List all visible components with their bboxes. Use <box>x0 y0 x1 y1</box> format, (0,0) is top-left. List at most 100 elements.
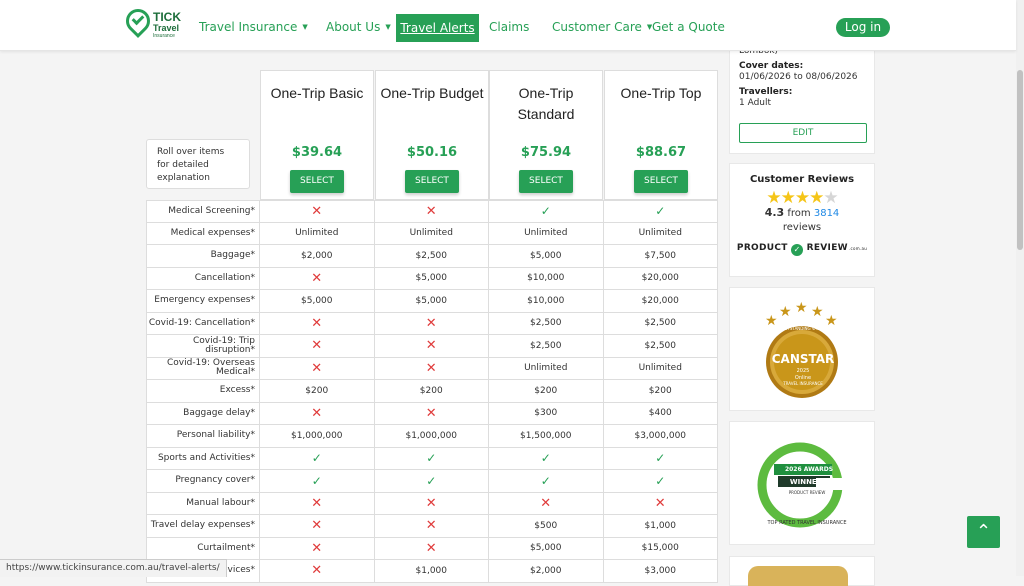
review-count-link[interactable]: 3814 <box>814 208 839 219</box>
benefit-value: $5,000 <box>375 267 489 289</box>
plan-name: One-Trip Basic <box>270 85 364 101</box>
benefit-value: $5,000 <box>489 537 604 559</box>
partial-badge-card <box>729 556 875 586</box>
select-plan-button[interactable]: SELECT <box>405 170 459 193</box>
benefit-label[interactable]: Travel delay expenses* <box>146 515 260 537</box>
benefit-value: $200 <box>375 380 489 402</box>
benefit-label[interactable]: Medical expenses* <box>146 222 260 244</box>
canstar-sub2: TRAVEL INSURANCE <box>783 381 823 386</box>
travellers-value: 1 Adult <box>739 98 772 108</box>
benefit-label[interactable]: Personal liability* <box>146 425 260 447</box>
benefit-value: $20,000 <box>604 267 718 289</box>
cross-icon: ✕ <box>604 492 718 514</box>
check-icon: ✓ <box>604 447 718 469</box>
cross-icon: ✕ <box>260 357 375 379</box>
nav-claims[interactable]: Claims <box>489 20 529 34</box>
logo-line1: TICK <box>153 10 181 24</box>
benefit-value: Unlimited <box>375 222 489 244</box>
login-button[interactable]: Log in <box>836 18 890 37</box>
logo-line3: Insurance <box>153 33 175 39</box>
check-icon: ✓ <box>604 470 718 492</box>
benefit-value: $2,500 <box>375 245 489 267</box>
benefit-value: Unlimited <box>489 222 604 244</box>
benefit-label[interactable]: Cancellation* <box>146 267 260 289</box>
benefit-value: $10,000 <box>489 267 604 289</box>
benefit-value: $1,000,000 <box>260 425 375 447</box>
benefit-value: $2,500 <box>489 335 604 357</box>
benefit-value: $2,500 <box>604 335 718 357</box>
benefit-value: $200 <box>604 380 718 402</box>
page-scrollbar[interactable] <box>1016 0 1024 576</box>
edit-button[interactable]: EDIT <box>739 123 867 143</box>
productreview-logo[interactable]: PRODUCT ✓ REVIEW.com.au <box>730 243 874 256</box>
table-row: Cancellation* ✕ $5,000 $10,000 $20,000 <box>146 267 718 290</box>
benefit-value: $200 <box>489 380 604 402</box>
benefit-value: Unlimited <box>260 222 375 244</box>
chevron-down-icon: ▼ <box>385 23 391 31</box>
award-ring-text: TOP RATED TRAVEL INSURANCE <box>767 520 847 526</box>
benefit-label[interactable]: Emergency expenses* <box>146 290 260 312</box>
check-icon: ✓ <box>489 447 604 469</box>
cross-icon: ✕ <box>260 492 375 514</box>
benefit-label[interactable]: Baggage* <box>146 245 260 267</box>
logo-line2: Travel <box>153 23 180 33</box>
svg-text:★: ★ <box>811 304 824 320</box>
reviews-title: Customer Reviews <box>749 174 855 185</box>
cross-icon: ✕ <box>375 537 489 559</box>
check-icon: ✓ <box>375 447 489 469</box>
benefit-label[interactable]: Covid-19: Overseas Medical* <box>146 357 260 379</box>
benefit-label[interactable]: Curtailment* <box>146 537 260 559</box>
benefit-label[interactable]: Covid-19: Trip disruption* <box>146 335 260 357</box>
benefit-label[interactable]: Sports and Activities* <box>146 447 260 469</box>
benefit-label[interactable]: Pregnancy cover* <box>146 470 260 492</box>
gold-badge-icon <box>748 566 848 586</box>
reviews-link[interactable]: reviews <box>730 222 874 233</box>
benefit-value: $7,500 <box>604 245 718 267</box>
table-row: Travel delay expenses* ✕ ✕ $500 $1,000 <box>146 515 718 538</box>
cross-icon: ✕ <box>375 357 489 379</box>
table-row: Baggage delay* ✕ ✕ $300 $400 <box>146 402 718 425</box>
benefit-value: $1,000 <box>375 560 489 582</box>
benefit-value: $1,000,000 <box>375 425 489 447</box>
back-to-top-button[interactable]: ⌃ <box>967 516 1000 548</box>
benefit-value: $300 <box>489 402 604 424</box>
benefit-value: $5,000 <box>375 290 489 312</box>
nav-travel-insurance[interactable]: Travel Insurance ▼ <box>199 20 308 34</box>
status-bar-url: https://www.tickinsurance.com.au/travel-… <box>0 559 227 577</box>
benefit-label[interactable]: Baggage delay* <box>146 402 260 424</box>
nav-travel-alerts[interactable]: Travel Alerts <box>396 14 479 42</box>
canstar-award-card: ★ ★ ★ ★ ★ OUTSTANDING VALUE CANSTAR 2025… <box>729 287 875 411</box>
select-plan-button[interactable]: SELECT <box>634 170 688 193</box>
cross-icon: ✕ <box>260 515 375 537</box>
scrollbar-thumb[interactable] <box>1017 70 1023 250</box>
cross-icon: ✕ <box>260 537 375 559</box>
benefit-label[interactable]: Manual labour* <box>146 492 260 514</box>
select-plan-button[interactable]: SELECT <box>519 170 573 193</box>
benefit-value: $400 <box>604 402 718 424</box>
benefit-label[interactable]: Covid-19: Cancellation* <box>146 312 260 334</box>
award-pr-text: PRODUCT REVIEW <box>788 490 826 495</box>
select-plan-button[interactable]: SELECT <box>290 170 344 193</box>
plan-price: $39.64 <box>291 145 343 160</box>
cross-icon: ✕ <box>375 492 489 514</box>
plan-name: One-Trip Standard <box>517 85 575 122</box>
cross-icon: ✕ <box>260 312 375 334</box>
benefit-label[interactable]: Medical Screening* <box>146 201 260 222</box>
nav-get-a-quote[interactable]: Get a Quote <box>652 20 725 34</box>
benefit-value: $2,000 <box>260 245 375 267</box>
plan-header-budget: One-Trip Budget $50.16 SELECT <box>375 70 489 200</box>
cross-icon: ✕ <box>260 560 375 582</box>
travellers-label: Travellers: <box>739 87 793 97</box>
productreview-q-icon: ✓ <box>791 244 804 256</box>
nav-about-us[interactable]: About Us ▼ <box>326 20 391 34</box>
tick-logo[interactable]: TICK Travel Insurance <box>121 4 186 41</box>
benefit-value: $1,000 <box>604 515 718 537</box>
check-icon: ✓ <box>375 470 489 492</box>
svg-text:★: ★ <box>795 300 808 316</box>
canstar-year: 2025 <box>796 368 810 374</box>
benefit-label[interactable]: Excess* <box>146 380 260 402</box>
benefit-value: $2,000 <box>489 560 604 582</box>
nav-customer-care[interactable]: Customer Care ▼ <box>552 20 652 34</box>
cross-icon: ✕ <box>260 402 375 424</box>
benefit-value: Unlimited <box>489 357 604 379</box>
